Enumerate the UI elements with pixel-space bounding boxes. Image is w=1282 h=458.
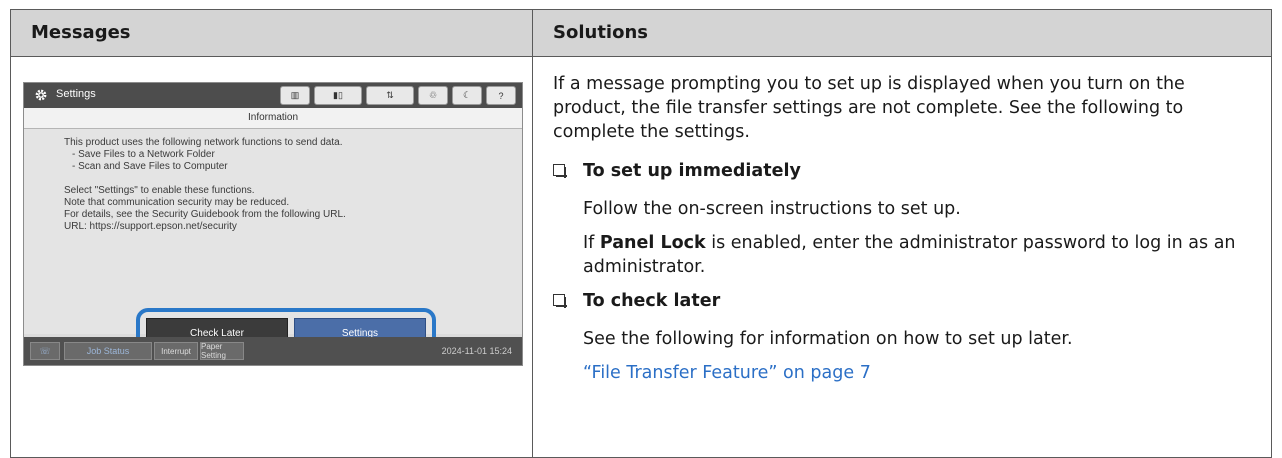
printer-status-icon[interactable]: ▥ xyxy=(280,86,310,105)
interrupt-button[interactable]: Interrupt xyxy=(154,342,198,360)
solution-text: See the following for information on how… xyxy=(583,329,1073,349)
help-icon[interactable]: ? xyxy=(486,86,516,105)
body-line: Select "Settings" to enable these functi… xyxy=(64,185,255,196)
bullet-check-later: To check later xyxy=(553,289,1251,313)
datetime-label: 2024-11-01 15:24 xyxy=(441,346,512,356)
job-status-button[interactable]: Job Status xyxy=(64,342,152,360)
solution-text: If Panel Lock is enabled, enter the admi… xyxy=(553,231,1251,279)
solution-intro: If a message prompting you to set up is … xyxy=(553,74,1185,142)
solution-cell: If a message prompting you to set up is … xyxy=(532,56,1272,458)
solution-text: Follow the on-screen instructions to set… xyxy=(583,199,961,219)
bullet-setup-now: To set up immediately xyxy=(553,159,1251,183)
body-line: This product uses the following network … xyxy=(64,137,343,148)
panel-lock-term: Panel Lock xyxy=(599,233,706,253)
gear-icon xyxy=(35,89,47,101)
phone-icon[interactable]: ☏ xyxy=(30,342,60,360)
checkbox-bullet-icon xyxy=(553,294,567,308)
header-messages: Messages xyxy=(10,9,533,57)
messages-solutions-table: Messages Solutions Settings ▥ ▮▯ ⇅ ♲ ☾ ?… xyxy=(10,9,1272,458)
body-line: Note that communication security may be … xyxy=(64,197,290,208)
file-transfer-link[interactable]: “File Transfer Feature” on page 7 xyxy=(553,361,1251,385)
ink-icon[interactable]: ▮▯ xyxy=(314,86,362,105)
top-icon-group: ▥ ▮▯ ⇅ ♲ ☾ ? xyxy=(280,86,516,105)
network-icon[interactable]: ⇅ xyxy=(366,86,414,105)
message-cell: Settings ▥ ▮▯ ⇅ ♲ ☾ ? Information This p… xyxy=(10,56,533,458)
header-solutions: Solutions xyxy=(532,9,1272,57)
screen-bottom-bar: ☏ Job Status Interrupt Paper Setting 202… xyxy=(24,337,522,365)
document-page: Messages Solutions Settings ▥ ▮▯ ⇅ ♲ ☾ ?… xyxy=(10,9,1272,458)
paper-setting-button[interactable]: Paper Setting xyxy=(200,342,244,360)
bullet-title: To check later xyxy=(583,291,721,311)
info-title-bar: Information xyxy=(24,108,522,129)
body-line: For details, see the Security Guidebook … xyxy=(64,209,346,220)
body-line: - Save Files to a Network Folder xyxy=(72,149,215,160)
text-fragment: If xyxy=(583,233,600,253)
body-line: URL: https://support.epson.net/security xyxy=(64,221,237,232)
bullet-title: To set up immediately xyxy=(583,161,801,181)
sleep-icon[interactable]: ☾ xyxy=(452,86,482,105)
screen-title: Settings xyxy=(56,88,96,100)
eco-icon[interactable]: ♲ xyxy=(418,86,448,105)
screen-body: This product uses the following network … xyxy=(24,129,522,354)
printer-screen-image: Settings ▥ ▮▯ ⇅ ♲ ☾ ? Information This p… xyxy=(23,82,523,366)
body-line: - Scan and Save Files to Computer xyxy=(72,161,228,172)
checkbox-bullet-icon xyxy=(553,164,567,178)
screen-top-bar: Settings ▥ ▮▯ ⇅ ♲ ☾ ? xyxy=(24,83,522,108)
